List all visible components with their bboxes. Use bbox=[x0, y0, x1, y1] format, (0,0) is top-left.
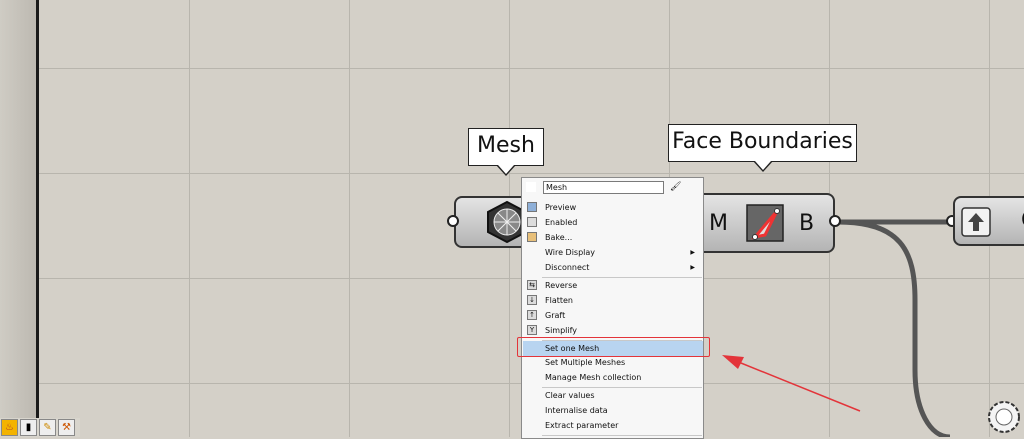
tools-icon[interactable]: ⚒ bbox=[58, 419, 75, 436]
pen-icon[interactable]: ✎ bbox=[39, 419, 56, 436]
annotation-arrow-icon bbox=[722, 355, 861, 412]
canvas-toolbar: ♨ ▮ ✎ ⚒ bbox=[0, 418, 80, 437]
fire-icon[interactable]: ♨ bbox=[1, 419, 18, 436]
battery-icon[interactable]: ▮ bbox=[20, 419, 37, 436]
navigation-wheel-icon[interactable] bbox=[986, 399, 1022, 435]
